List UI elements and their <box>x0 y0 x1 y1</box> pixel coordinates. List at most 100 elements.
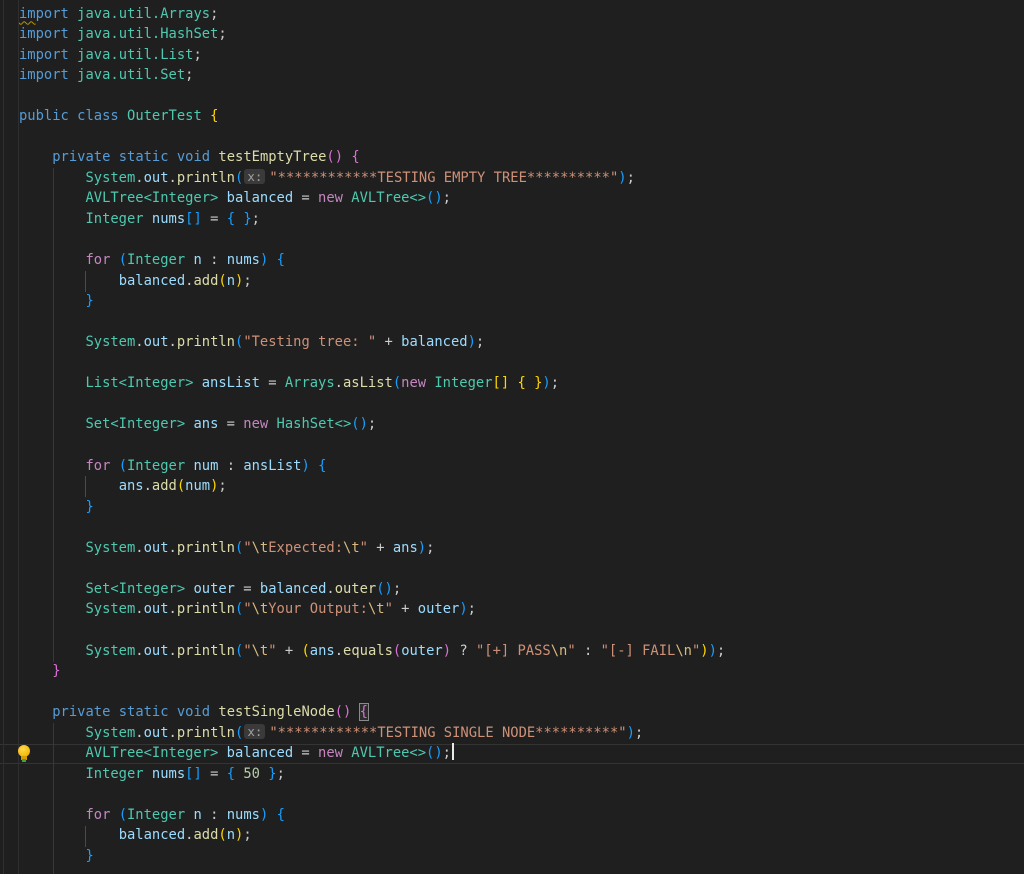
code-line[interactable]: System.out.println(x: "************TESTIN… <box>19 723 725 744</box>
code-line[interactable]: System.out.println("\tExpected:\t" + ans… <box>19 538 725 559</box>
code-line[interactable]: AVLTree<Integer> balanced = new AVLTree<… <box>19 188 725 209</box>
code-line[interactable]: balanced.add(n); <box>19 825 725 846</box>
code-token-ctl: for <box>85 457 111 474</box>
code-token-b3: ) <box>301 457 310 474</box>
code-line[interactable] <box>19 312 725 333</box>
code-token-fn: outer <box>334 580 377 597</box>
code-line[interactable]: private static void testSingleNode() { <box>19 702 725 723</box>
code-token-pun <box>19 375 85 391</box>
inlay-hint-parameter-name: x: <box>244 723 266 739</box>
code-token-kw: port <box>35 5 69 22</box>
code-line[interactable] <box>19 620 725 641</box>
code-line[interactable] <box>19 127 725 148</box>
code-line[interactable]: Set<Integer> ans = new HashSet<>(); <box>19 414 725 435</box>
code-line[interactable]: Integer nums[] = { }; <box>19 209 725 230</box>
code-line[interactable]: } <box>19 291 725 312</box>
code-token-ctl: new <box>318 190 343 207</box>
code-token-b1: { } <box>517 375 543 392</box>
code-token-pun <box>19 293 85 309</box>
code-line[interactable] <box>19 517 725 538</box>
code-token-pun: ; <box>426 539 435 556</box>
code-line[interactable]: } <box>19 661 725 682</box>
code-editor[interactable]: import java.util.ArrayList;import java.u… <box>0 0 1024 874</box>
code-line[interactable] <box>19 435 725 456</box>
code-line[interactable] <box>19 394 725 415</box>
code-line[interactable]: System.out.println(x: "************TESTIN… <box>19 168 725 189</box>
code-line[interactable]: } <box>19 846 725 867</box>
code-token-pun: . <box>334 375 343 392</box>
code-line[interactable] <box>19 784 725 805</box>
code-line[interactable]: AVLTree<Integer> balanced = new AVLTree<… <box>19 743 725 764</box>
code-token-b3: ) <box>259 806 269 823</box>
code-token-b2: { <box>351 149 360 166</box>
code-token-pun <box>19 499 85 515</box>
code-line[interactable]: System.out.println("Testing tree: " + ba… <box>19 332 725 353</box>
quick-fix-lightbulb-icon[interactable] <box>16 744 32 764</box>
code-token-str: "[-] FAIL <box>600 642 676 659</box>
code-line[interactable]: for (Integer num : ansList) { <box>19 456 725 477</box>
code-token-pun <box>144 211 152 227</box>
code-line[interactable]: import java.util.Set; <box>19 65 725 86</box>
code-line[interactable]: List<Integer> ansList = Arrays.asList(ne… <box>19 373 725 394</box>
code-line[interactable]: System.out.println("\t" + (ans.equals(ou… <box>19 641 725 662</box>
code-token-typ: AVLTree<Integer> <box>85 190 219 207</box>
code-line[interactable]: import java.util.List; <box>19 45 725 66</box>
code-line[interactable] <box>19 682 725 703</box>
code-token-pun <box>110 807 118 823</box>
code-token-esc: \n <box>550 642 568 659</box>
code-token-pun: + <box>367 539 393 556</box>
code-content[interactable]: import java.util.ArrayList;import java.u… <box>19 0 725 867</box>
code-line[interactable]: import java.util.Arrays; <box>19 4 725 25</box>
code-line[interactable] <box>19 86 725 107</box>
code-token-pun <box>218 190 226 206</box>
code-token-kw: static <box>118 149 169 166</box>
code-token-pun: . <box>168 169 177 186</box>
code-token-fn: println <box>176 539 235 556</box>
code-token-pun: ; <box>392 580 402 597</box>
code-token-b2: } <box>52 663 61 680</box>
code-token-pun: = <box>218 416 244 433</box>
code-line[interactable]: public class OuterTest { <box>19 106 725 127</box>
code-line[interactable] <box>19 558 725 579</box>
code-token-var: n <box>226 827 235 844</box>
code-token-typ: java.util.Arrays <box>77 5 211 22</box>
code-line[interactable]: import java.util.HashSet; <box>19 24 725 45</box>
code-token-str: Your Output: <box>268 601 368 618</box>
code-token-pun <box>19 416 85 432</box>
code-line[interactable]: balanced.add(n); <box>19 271 725 292</box>
code-token-pun <box>110 252 118 268</box>
code-line[interactable]: ans.add(num); <box>19 476 725 497</box>
code-token-pun: . <box>168 539 177 556</box>
code-line[interactable]: private static void testEmptyTree() { <box>19 147 725 168</box>
code-token-var: num <box>185 478 211 495</box>
code-line[interactable]: for (Integer n : nums) { <box>19 805 725 826</box>
code-line[interactable]: Set<Integer> outer = balanced.outer(); <box>19 579 725 600</box>
code-token-pun: ; <box>193 46 202 63</box>
code-token-fn: println <box>176 169 235 186</box>
code-line[interactable]: for (Integer n : nums) { <box>19 250 725 271</box>
code-token-b3: ( <box>118 806 127 823</box>
code-token-b3: () <box>426 745 443 762</box>
code-token-b3: ) <box>467 334 476 351</box>
code-token-str: "Testing tree: " <box>243 334 377 351</box>
code-token-esc: \n <box>675 642 692 659</box>
code-token-esc: \t <box>251 539 269 556</box>
code-token-kw: import <box>19 26 69 43</box>
code-token-pun: = <box>201 211 227 228</box>
code-token-kw: import <box>19 46 69 63</box>
code-token-kw: static <box>118 704 169 721</box>
code-token-b2: () <box>334 704 352 721</box>
code-line[interactable]: System.out.println("\tYour Output:\t" + … <box>19 599 725 620</box>
code-token-str: " <box>243 601 252 618</box>
code-line[interactable]: } <box>19 497 725 518</box>
code-line[interactable]: Integer nums[] = { 50 }; <box>19 764 725 785</box>
code-token-typ: List<Integer> <box>85 375 194 392</box>
code-token-str: Expected: <box>268 539 344 556</box>
code-line[interactable] <box>19 353 725 374</box>
code-token-b3: ) <box>459 601 468 618</box>
code-token-var: nums <box>226 806 260 823</box>
code-token-pun: ; <box>185 67 194 84</box>
code-line[interactable] <box>19 230 725 251</box>
code-token-str: " <box>384 601 393 618</box>
code-token-kw: private <box>52 704 111 721</box>
